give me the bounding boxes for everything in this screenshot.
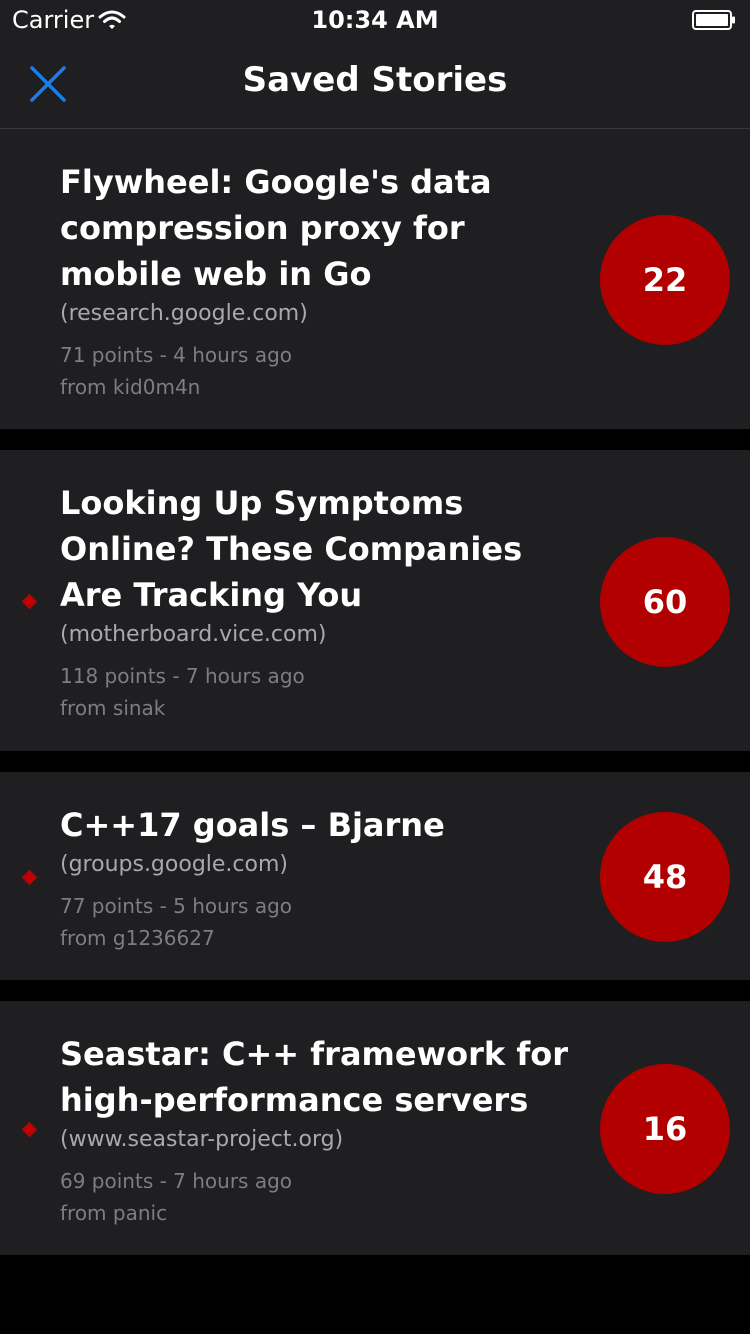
story-cell[interactable]: Flywheel: Google's data compression prox… [0, 129, 750, 429]
comment-count-badge[interactable]: 60 [600, 537, 730, 667]
story-title: Looking Up Symptoms Online? These Compan… [60, 484, 523, 614]
story-domain: (groups.google.com) [60, 852, 288, 877]
unread-indicator [21, 593, 38, 610]
story-author: from panic [60, 1201, 168, 1225]
navigation-bar: Carrier 10:34 AM Saved Stories [0, 0, 750, 129]
comment-count-badge[interactable]: 22 [600, 215, 730, 345]
page-title: Saved Stories [242, 60, 508, 100]
story-cell[interactable]: C++17 goals – Bjarne (groups.google.com)… [0, 772, 750, 980]
story-domain: (research.google.com) [60, 301, 308, 326]
comment-count-badge[interactable]: 16 [600, 1064, 730, 1194]
unread-indicator [21, 1121, 38, 1138]
story-domain: (www.seastar-project.org) [60, 1127, 344, 1152]
battery-icon [692, 10, 735, 30]
unread-indicator [21, 869, 38, 886]
story-points-time: 118 points - 7 hours ago [60, 664, 305, 688]
story-author: from kid0m4n [60, 375, 201, 399]
story-cell[interactable]: Seastar: C++ framework for high-performa… [0, 1001, 750, 1255]
story-points-time: 77 points - 5 hours ago [60, 894, 293, 918]
story-author: from g1236627 [60, 926, 215, 950]
comment-count-badge[interactable]: 48 [600, 812, 730, 942]
story-cell[interactable]: Looking Up Symptoms Online? These Compan… [0, 450, 750, 751]
story-title: C++17 goals – Bjarne [60, 806, 445, 844]
story-title: Flywheel: Google's data compression prox… [60, 163, 492, 293]
status-bar: Carrier 10:34 AM [0, 0, 750, 40]
story-points-time: 69 points - 7 hours ago [60, 1169, 293, 1193]
story-points-time: 71 points - 4 hours ago [60, 343, 293, 367]
clock: 10:34 AM [311, 6, 439, 34]
saved-stories-screen: Carrier 10:34 AM Saved Stories Flywheel:… [0, 0, 750, 1334]
story-author: from sinak [60, 696, 166, 720]
story-title: Seastar: C++ framework for high-performa… [60, 1035, 569, 1119]
story-domain: (motherboard.vice.com) [60, 622, 327, 647]
